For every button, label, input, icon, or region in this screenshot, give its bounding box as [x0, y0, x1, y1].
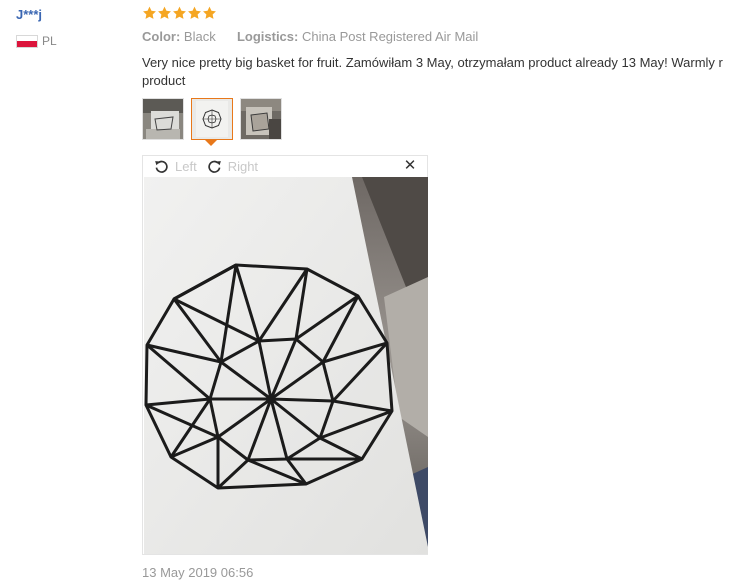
rotate-right-label: Right: [227, 159, 259, 174]
star-icon: [203, 6, 216, 19]
review-text: Very nice pretty big basket for fruit. Z…: [142, 54, 752, 90]
star-icon: [188, 6, 201, 19]
star-icon: [143, 6, 156, 19]
color-value: Black: [183, 29, 216, 44]
reviewer-country: PL: [16, 33, 57, 49]
star-icon: [173, 6, 186, 19]
photo-thumbnails: [142, 98, 282, 140]
fruit-basket-photo: [144, 177, 428, 554]
review-text-line-1: Very nice pretty big basket for fruit. Z…: [142, 55, 723, 70]
photo-thumbnail-1[interactable]: [142, 98, 184, 140]
rotate-left-icon: [155, 160, 168, 173]
rotate-left-button[interactable]: Left: [154, 159, 197, 174]
viewer-toolbar: Left Right ✕: [143, 156, 427, 177]
review-page: J***j PL Color: Black Logistics: China P…: [0, 0, 752, 582]
rotate-right-button[interactable]: Right: [207, 159, 258, 174]
photo-thumbnail-3[interactable]: [240, 98, 282, 140]
logistics-value: China Post Registered Air Mail: [301, 29, 479, 44]
selected-thumbnail-pointer: [205, 140, 217, 146]
country-code: PL: [42, 34, 57, 48]
color-label: Color:: [142, 29, 181, 44]
order-info: Color: Black Logistics: China Post Regis…: [142, 29, 478, 44]
rotate-left-label: Left: [175, 159, 197, 174]
star-icon: [158, 6, 171, 19]
review-date: 13 May 2019 06:56: [142, 565, 254, 580]
poland-flag-icon: [16, 34, 38, 48]
logistics-label: Logistics:: [236, 29, 299, 44]
review-text-line-2: product: [142, 73, 186, 88]
image-viewer: Left Right ✕: [142, 155, 428, 555]
photo-thumbnail-2[interactable]: [191, 98, 233, 140]
rotate-right-icon: [208, 160, 221, 173]
review-photo: [144, 177, 428, 554]
reviewer-name[interactable]: J***j: [16, 7, 42, 22]
close-icon[interactable]: ✕: [403, 158, 417, 174]
star-rating: [142, 5, 217, 21]
